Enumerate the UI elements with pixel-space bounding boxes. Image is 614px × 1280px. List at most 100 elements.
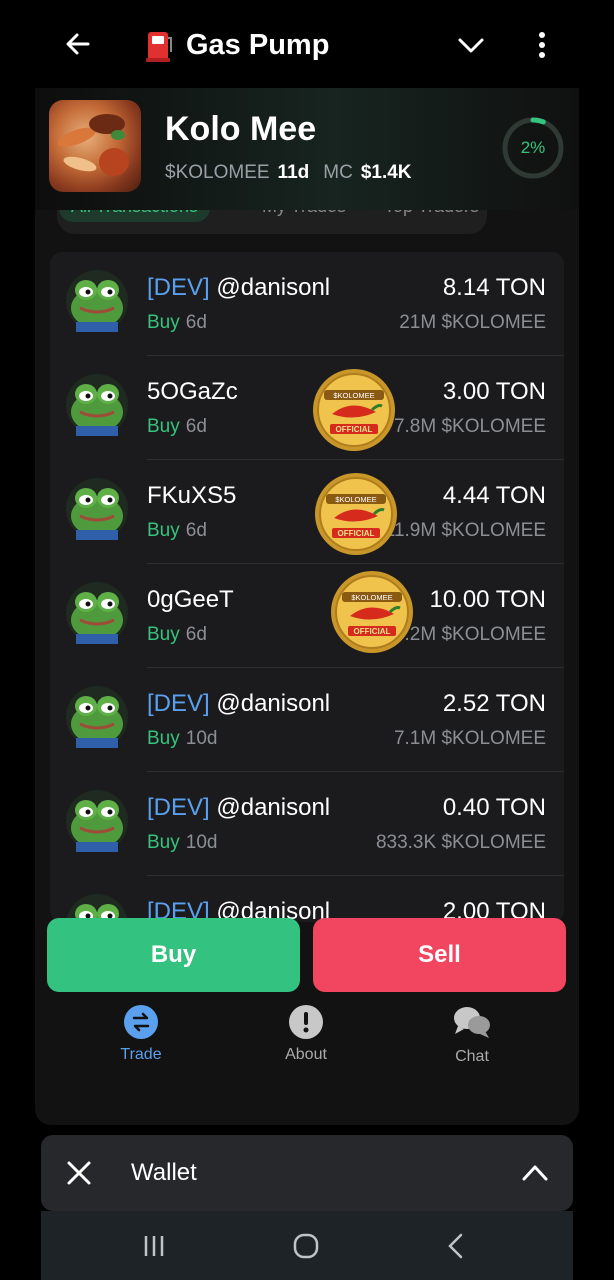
trader-handle: 0gGeeT (147, 586, 234, 613)
close-icon[interactable] (65, 1159, 93, 1187)
trader-handle: FKuXS5 (147, 482, 237, 509)
trade-action: Buy 6d (147, 416, 207, 438)
transaction-row[interactable]: FKuXS5 Buy 6d 4.44 TON 11.9M $KOLOMEE $KOLOME… (50, 460, 564, 564)
coin-top-text: $KOLOMEE (351, 593, 392, 602)
trader-name: FKuXS5 (147, 482, 236, 510)
transaction-row[interactable]: 5OGaZc Buy 6d 3.00 TON 7.8M $KOLOMEE $KOLOMEE… (50, 356, 564, 460)
trade-type: Buy (147, 624, 180, 645)
token-amount: 7.1M $KOLOMEE (393, 728, 546, 749)
trader-name: 0gGeeT (147, 586, 234, 614)
trade-amount: 3.00 TON (442, 378, 546, 405)
trade-type: Buy (147, 728, 180, 749)
coin-bottom-text: OFFICIAL (336, 425, 373, 434)
nav-about-label: About (285, 1046, 327, 1063)
token-amount: 7.8M $KOLOMEE (393, 416, 546, 437)
chevron-up-icon[interactable] (521, 1161, 549, 1185)
kolomee-coin-logo: $KOLOMEE OFFICIAL (331, 571, 413, 653)
nav-trade-label: Trade (120, 1046, 162, 1063)
coin-bottom-text: OFFICIAL (354, 627, 391, 636)
trade-type: Buy (147, 520, 180, 541)
trader-name: [DEV] @danisonl (147, 274, 330, 302)
app-title-group: Gas Pump (146, 26, 329, 64)
wallet-label: Wallet (131, 1159, 197, 1186)
trade-age: 6d (185, 624, 207, 645)
trade-action: Buy 10d (147, 832, 217, 854)
dev-tag: [DEV] (147, 794, 210, 821)
trader-handle: 5OGaZc (147, 378, 238, 405)
token-amount: 11.9M $KOLOMEE (384, 520, 546, 541)
recent-apps-icon[interactable] (141, 1233, 167, 1259)
top-bar: Gas Pump (35, 0, 579, 90)
transaction-list: [DEV] @danisonl Buy 6d 8.14 TON 21M $KOLOMEE… (50, 252, 564, 922)
fuel-pump-icon (146, 32, 172, 62)
trade-age: 10d (185, 728, 218, 749)
token-ticker: $KOLOMEE (165, 162, 270, 183)
transaction-row[interactable]: [DEV] @danisonl Buy 6d 8.14 TON 21M $KOLOMEE (50, 252, 564, 356)
nav-chat[interactable]: Chat (427, 1004, 517, 1066)
wallet-bar[interactable]: Wallet (41, 1135, 573, 1211)
transaction-row[interactable]: 0gGeeT Buy 6d 10.00 TON 28.2M $KOLOMEE $KOLOM… (50, 564, 564, 668)
trader-name: 5OGaZc (147, 378, 238, 406)
back-arrow-icon[interactable] (62, 28, 94, 60)
token-amount: 21M $KOLOMEE (399, 312, 546, 333)
system-navigation-bar (41, 1211, 573, 1280)
nav-about[interactable]: About (261, 1004, 351, 1064)
market-cap-label: MC (323, 162, 353, 183)
trade-type: Buy (147, 312, 180, 333)
trade-amount: 2.52 TON (442, 690, 546, 717)
app-window: Gas Pump All Transactions My Trades Top … (35, 0, 579, 1125)
progress-percent: 2% (520, 138, 546, 157)
trade-action: Buy 10d (147, 728, 217, 750)
trade-amount: 10.00 TON (429, 586, 546, 613)
trade-amount: 4.44 TON (442, 482, 546, 509)
trade-type: Buy (147, 832, 180, 853)
coin-top-text: $KOLOMEE (333, 391, 374, 400)
back-icon[interactable] (445, 1233, 467, 1259)
trader-handle: @danisonl (216, 794, 331, 821)
frog-avatar-icon (66, 270, 128, 332)
market-cap-value: $1.4K (360, 162, 412, 183)
token-amount: 833.3K $KOLOMEE (375, 832, 546, 853)
kolomee-coin-logo: $KOLOMEE OFFICIAL (313, 369, 395, 451)
home-icon[interactable] (292, 1233, 320, 1259)
trade-amount: 8.14 TON (442, 274, 546, 301)
trade-age: 6d (185, 416, 207, 437)
app-title: Gas Pump (186, 28, 330, 61)
more-vertical-icon[interactable] (532, 30, 552, 60)
trade-action: Buy 6d (147, 624, 207, 646)
transaction-row[interactable]: [DEV] @danisonl Buy 10d 2.52 TON 7.1M $KOLOM… (50, 668, 564, 772)
info-alert-icon (289, 1005, 323, 1039)
token-image (49, 100, 141, 192)
frog-avatar-icon (66, 686, 128, 748)
buy-button[interactable]: Buy (47, 918, 300, 992)
dev-tag: [DEV] (147, 690, 210, 717)
trade-age: 6d (185, 312, 207, 333)
trade-action: Buy 6d (147, 520, 207, 542)
trade-amount: 0.40 TON (442, 794, 546, 821)
chat-bubbles-icon (454, 1007, 490, 1038)
transaction-row[interactable]: [DEV] @danisonl 2.00 TON (50, 876, 564, 922)
frog-avatar-icon (66, 582, 128, 644)
sell-button[interactable]: Sell (313, 918, 566, 992)
coin-bottom-text: OFFICIAL (338, 529, 375, 538)
kolomee-coin-logo: $KOLOMEE OFFICIAL (315, 473, 397, 555)
token-meta: $KOLOMEE 11d MC $1.4K (165, 162, 412, 184)
token-name: Kolo Mee (165, 110, 317, 148)
transaction-row[interactable]: [DEV] @danisonl Buy 10d 0.40 TON 833.3K $KOL… (50, 772, 564, 876)
trade-age: 10d (185, 832, 218, 853)
frog-avatar-icon (66, 478, 128, 540)
coin-top-text: $KOLOMEE (335, 495, 376, 504)
token-header: Kolo Mee $KOLOMEE 11d MC $1.4K 2% (35, 88, 579, 210)
trade-age: 6d (185, 520, 207, 541)
trade-action: Buy 6d (147, 312, 207, 334)
trader-handle: @danisonl (216, 274, 331, 301)
trader-handle: @danisonl (216, 690, 331, 717)
frog-avatar-icon (66, 374, 128, 436)
nav-trade[interactable]: Trade (96, 1004, 186, 1064)
nav-chat-label: Chat (455, 1048, 489, 1065)
chevron-down-icon[interactable] (456, 32, 486, 58)
trade-type: Buy (147, 416, 180, 437)
swap-icon (124, 1005, 158, 1039)
dev-tag: [DEV] (147, 274, 210, 301)
trader-name: [DEV] @danisonl (147, 690, 330, 718)
